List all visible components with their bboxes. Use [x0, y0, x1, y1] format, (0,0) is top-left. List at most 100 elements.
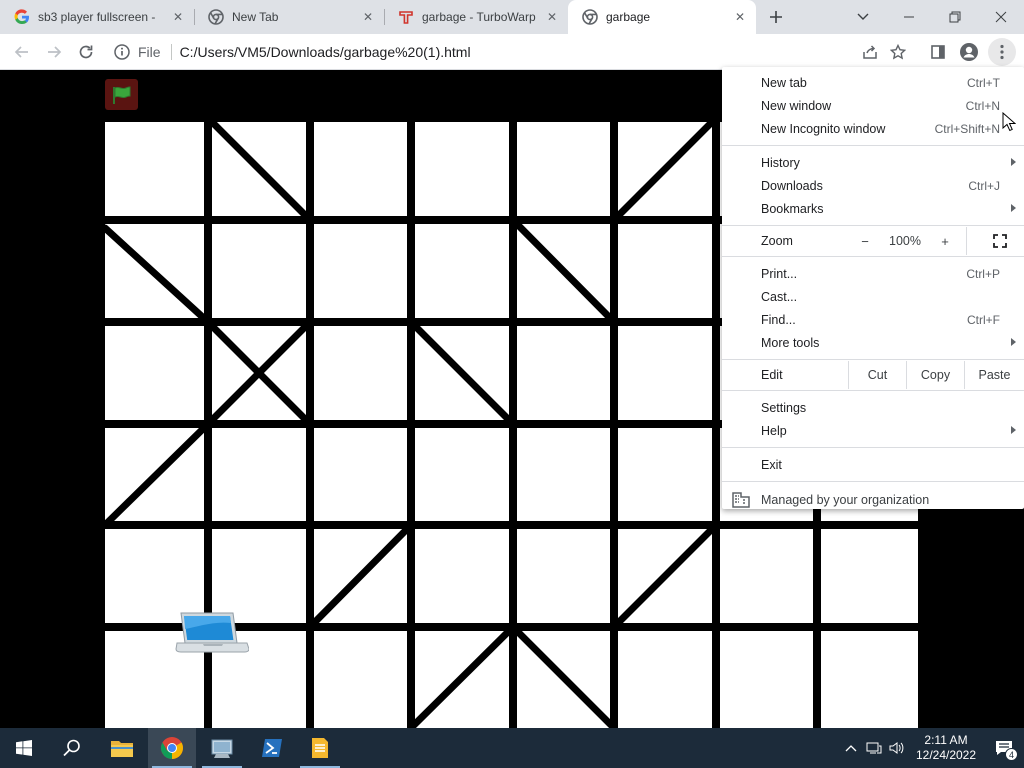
close-icon[interactable]: ✕ [732, 9, 748, 25]
cut-button[interactable]: Cut [848, 361, 906, 389]
close-icon[interactable]: ✕ [170, 9, 186, 25]
menu-divider [722, 390, 1024, 391]
avatar-icon [960, 43, 978, 61]
menu-divider [722, 359, 1024, 360]
mouse-cursor-icon [1002, 112, 1016, 132]
menu-item-history[interactable]: History [722, 151, 1024, 174]
side-panel-icon [931, 45, 945, 59]
menu-item-label: Print... [761, 266, 798, 281]
share-button[interactable] [856, 38, 884, 66]
url-text: C:/Users/VM5/Downloads/garbage%20(1).htm… [179, 44, 471, 60]
menu-item-bookmarks[interactable]: Bookmarks [722, 197, 1024, 220]
menu-item-label: Downloads [761, 178, 823, 193]
taskbar-powershell[interactable] [248, 728, 296, 768]
close-icon[interactable]: ✕ [544, 9, 560, 25]
tab-new-tab[interactable]: New Tab ✕ [194, 0, 384, 34]
action-center-button[interactable]: 4 [984, 728, 1024, 768]
close-icon[interactable]: ✕ [360, 9, 376, 25]
menu-item-label: New tab [761, 75, 807, 90]
control-panel-icon [211, 739, 233, 758]
folder-icon [111, 741, 133, 757]
back-button[interactable] [8, 38, 36, 66]
taskbar-file-explorer[interactable] [98, 728, 146, 768]
zoom-in-button[interactable]: + [928, 227, 962, 255]
menu-item-cast[interactable]: Cast... [722, 285, 1024, 308]
taskbar-chrome[interactable] [148, 728, 196, 768]
start-button[interactable] [0, 728, 48, 768]
info-icon [114, 44, 130, 60]
menu-item-more-tools[interactable]: More tools [722, 331, 1024, 354]
bookmark-button[interactable] [884, 38, 912, 66]
close-window-button[interactable] [978, 0, 1024, 34]
arrow-right-icon [48, 46, 62, 58]
menu-item-shortcut: Ctrl+Shift+N [934, 121, 1000, 136]
submenu-arrow-icon [1011, 158, 1016, 166]
windows-taskbar: 2:11 AM 12/24/2022 4 [0, 728, 1024, 768]
tab-title: garbage [606, 10, 651, 24]
new-tab-button[interactable] [762, 0, 790, 34]
fullscreen-button[interactable] [966, 227, 1024, 255]
restore-button[interactable] [932, 0, 978, 34]
menu-item-shortcut: Ctrl+J [968, 178, 1000, 193]
paste-button[interactable]: Paste [964, 361, 1024, 389]
reload-icon [79, 45, 93, 59]
forward-button[interactable] [40, 38, 68, 66]
tab-title: New Tab [232, 10, 279, 24]
menu-item-exit[interactable]: Exit [722, 453, 1024, 476]
menu-item-downloads[interactable]: Downloads Ctrl+J [722, 174, 1024, 197]
site-info-chip[interactable]: File [108, 44, 180, 60]
green-flag-button[interactable] [105, 79, 138, 110]
menu-item-new-incognito-window[interactable]: New Incognito window Ctrl+Shift+N [722, 117, 1024, 140]
profile-button[interactable] [955, 38, 983, 66]
building-icon [732, 492, 750, 508]
copy-button[interactable]: Copy [906, 361, 964, 389]
menu-item-new-window[interactable]: New window Ctrl+N [722, 94, 1024, 117]
clock-time: 2:11 AM [924, 733, 968, 747]
reload-button[interactable] [72, 38, 100, 66]
side-panel-button[interactable] [924, 38, 952, 66]
clock-date: 12/24/2022 [915, 748, 977, 762]
address-bar[interactable]: File C:/Users/VM5/Downloads/garbage%20(1… [108, 38, 916, 66]
tab-turbowarp[interactable]: garbage - TurboWarp ✕ [384, 0, 568, 34]
system-tray: 2:11 AM 12/24/2022 4 [840, 728, 1024, 768]
chrome-menu-button[interactable] [988, 38, 1016, 66]
restore-icon [949, 11, 961, 23]
menu-item-new-tab[interactable]: New tab Ctrl+T [722, 71, 1024, 94]
minimize-icon [904, 16, 914, 18]
menu-item-shortcut: Ctrl+T [967, 75, 1000, 90]
chevron-up-icon[interactable] [840, 744, 862, 752]
taskbar-app-3[interactable] [198, 728, 246, 768]
windows-logo-icon [16, 740, 32, 756]
laptop-sprite[interactable] [175, 611, 249, 657]
minimize-button[interactable] [886, 0, 932, 34]
volume-icon[interactable] [886, 741, 908, 755]
browser-toolbar: File C:/Users/VM5/Downloads/garbage%20(1… [0, 34, 1024, 70]
chevron-down-icon [857, 13, 869, 20]
menu-item-find[interactable]: Find... Ctrl+F [722, 308, 1024, 331]
notification-count: 4 [1005, 748, 1018, 761]
menu-item-label: History [761, 155, 800, 170]
tab-title: garbage - TurboWarp [422, 10, 536, 24]
share-icon [863, 45, 877, 59]
tab-garbage[interactable]: garbage ✕ [568, 0, 756, 34]
menu-item-label: Help [761, 423, 787, 438]
turbowarp-icon [398, 9, 414, 25]
tab-sb3-player[interactable]: sb3 player fullscreen - ✕ [0, 0, 194, 34]
tab-search-button[interactable] [848, 0, 878, 34]
menu-item-settings[interactable]: Settings [722, 396, 1024, 419]
menu-item-label: Bookmarks [761, 201, 824, 216]
taskbar-app-5[interactable] [296, 728, 344, 768]
search-button[interactable] [48, 728, 96, 768]
clock[interactable]: 2:11 AM 12/24/2022 [908, 733, 984, 763]
browser-window: sb3 player fullscreen - ✕ New Tab ✕ garb… [0, 0, 1024, 728]
menu-item-print[interactable]: Print... Ctrl+P [722, 262, 1024, 285]
menu-item-label: More tools [761, 335, 820, 350]
green-flag-icon [112, 85, 130, 104]
chrome-icon [582, 9, 598, 25]
menu-item-help[interactable]: Help [722, 419, 1024, 442]
menu-item-label: Cast... [761, 289, 798, 304]
zoom-out-button[interactable]: − [848, 227, 882, 255]
network-icon[interactable] [862, 741, 886, 755]
managed-by-organization[interactable]: Managed by your organization [722, 482, 1024, 518]
edit-label: Edit [761, 368, 783, 382]
